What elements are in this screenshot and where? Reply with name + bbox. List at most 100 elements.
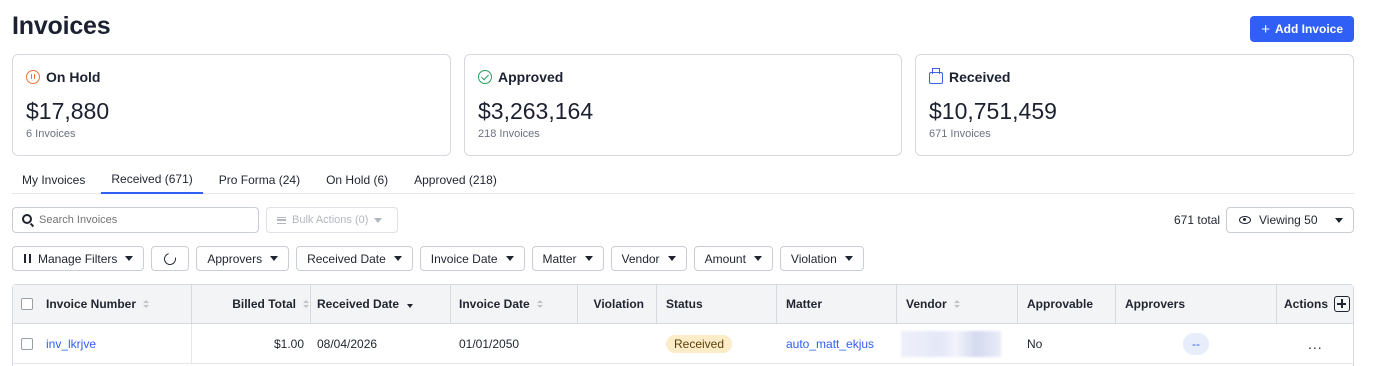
sort-icon xyxy=(536,300,543,308)
card-amount: $3,263,164 xyxy=(478,98,594,124)
filter-bar: Manage Filters Approvers Received Date I… xyxy=(12,246,864,271)
column-label: Violation xyxy=(593,297,644,311)
page-size-select[interactable]: Viewing 50 xyxy=(1226,207,1354,233)
row-checkbox[interactable] xyxy=(21,337,33,350)
manage-filters-button[interactable]: Manage Filters xyxy=(12,246,145,271)
chevron-down-icon xyxy=(1335,218,1343,223)
card-count: 6 Invoices xyxy=(26,128,76,140)
filter-received-date[interactable]: Received Date xyxy=(296,246,413,271)
vendor-redacted xyxy=(901,331,1001,357)
column-received-date[interactable]: Received Date xyxy=(317,285,414,323)
approver-chip[interactable]: -- xyxy=(1183,332,1209,355)
summary-card-approved[interactable]: Approved $3,263,164 218 Invoices xyxy=(464,54,902,156)
column-label: Status xyxy=(666,297,703,311)
card-amount: $17,880 xyxy=(26,98,110,124)
select-all-checkbox[interactable] xyxy=(21,298,33,310)
column-invoice-number[interactable]: Invoice Number xyxy=(46,285,150,323)
matter-link[interactable]: auto_matt_ekjus xyxy=(786,324,874,363)
column-label: Invoice Number xyxy=(46,297,137,311)
column-status[interactable]: Status xyxy=(666,285,703,323)
approvers-cell: -- xyxy=(1183,324,1209,363)
filter-label: Vendor xyxy=(621,251,660,266)
tab-received[interactable]: Received (671) xyxy=(101,166,203,194)
sort-icon xyxy=(303,300,309,308)
pause-circle-icon xyxy=(26,70,40,84)
page-size-label: Viewing 50 xyxy=(1259,213,1318,227)
total-count: 671 total xyxy=(1174,213,1221,227)
filter-approvers[interactable]: Approvers xyxy=(196,246,290,271)
add-invoice-label: Add Invoice xyxy=(1274,22,1343,36)
invoice-table: Invoice Number Billed Total Received Dat… xyxy=(12,284,1354,366)
column-label: Received Date xyxy=(317,297,400,311)
tab-approved[interactable]: Approved (218) xyxy=(404,166,507,193)
plus-icon: + xyxy=(1261,20,1270,38)
column-label: Invoice Date xyxy=(459,297,530,311)
chevron-down-icon xyxy=(667,256,676,261)
invoice-tabs: My Invoices Received (671) Pro Forma (24… xyxy=(12,166,1354,194)
filter-violation[interactable]: Violation xyxy=(779,246,864,271)
tab-pro-forma[interactable]: Pro Forma (24) xyxy=(209,166,310,193)
chevron-down-icon xyxy=(505,256,514,261)
search-box xyxy=(12,207,259,233)
column-vendor[interactable]: Vendor xyxy=(906,285,960,323)
column-label: Billed Total xyxy=(232,297,296,311)
chevron-down-icon xyxy=(374,217,383,223)
filter-label: Amount xyxy=(704,251,746,266)
invoice-number-link[interactable]: inv_lkrjve xyxy=(46,324,96,363)
tab-my-invoices[interactable]: My Invoices xyxy=(12,166,95,193)
filter-label: Approvers xyxy=(207,251,263,266)
column-label: Actions xyxy=(1284,297,1329,311)
add-invoice-button[interactable]: + Add Invoice xyxy=(1250,16,1354,42)
chevron-down-icon xyxy=(584,256,593,261)
bulk-actions-label: Bulk Actions (0) xyxy=(292,214,369,226)
column-actions: Actions xyxy=(1284,285,1351,323)
list-icon xyxy=(277,216,286,224)
column-approvable[interactable]: Approvable xyxy=(1027,285,1093,323)
sliders-icon xyxy=(23,254,32,263)
column-approvers[interactable]: Approvers xyxy=(1125,285,1185,323)
add-column-icon[interactable] xyxy=(1334,296,1351,312)
filter-matter[interactable]: Matter xyxy=(531,246,604,271)
column-label: Vendor xyxy=(906,297,947,311)
column-violation[interactable]: Violation xyxy=(577,285,644,323)
filter-label: Received Date xyxy=(307,251,386,266)
search-input[interactable] xyxy=(39,214,239,226)
select-all-cell xyxy=(21,285,33,323)
status-badge: Received xyxy=(666,334,733,353)
column-billed-total[interactable]: Billed Total xyxy=(191,285,309,323)
filter-vendor[interactable]: Vendor xyxy=(610,246,687,271)
filter-label: Matter xyxy=(542,251,577,266)
manage-filters-label: Manage Filters xyxy=(38,251,118,266)
approvable-cell: No xyxy=(1027,336,1043,351)
row-actions-menu[interactable]: ... xyxy=(1308,324,1323,363)
sort-desc-icon xyxy=(407,303,414,308)
eye-icon xyxy=(1239,216,1251,224)
card-count: 218 Invoices xyxy=(478,128,540,140)
check-circle-icon xyxy=(478,70,492,84)
status-cell: Received xyxy=(666,324,733,363)
column-invoice-date[interactable]: Invoice Date xyxy=(459,285,543,323)
chevron-down-icon xyxy=(270,256,279,261)
bulk-actions-button[interactable]: Bulk Actions (0) xyxy=(266,207,398,233)
card-label: Approved xyxy=(498,69,564,85)
summary-card-received[interactable]: Received $10,751,459 671 Invoices xyxy=(915,54,1354,156)
filter-invoice-date[interactable]: Invoice Date xyxy=(419,246,525,271)
refresh-button[interactable] xyxy=(151,246,190,271)
sort-icon xyxy=(953,300,960,308)
search-icon xyxy=(22,214,32,224)
summary-card-on-hold[interactable]: On Hold $17,880 6 Invoices xyxy=(12,54,451,156)
table-row[interactable]: inv_lkrjve $1.00 08/04/2026 01/01/2050 R… xyxy=(13,324,1353,364)
page-title: Invoices xyxy=(12,12,111,40)
column-label: Approvers xyxy=(1125,297,1186,311)
table-header: Invoice Number Billed Total Received Dat… xyxy=(13,285,1353,324)
chevron-down-icon xyxy=(125,256,134,261)
tab-on-hold[interactable]: On Hold (6) xyxy=(316,166,398,193)
refresh-icon xyxy=(162,250,179,267)
invoice-date-cell: 01/01/2050 xyxy=(459,336,520,351)
filter-amount[interactable]: Amount xyxy=(693,246,773,271)
column-matter[interactable]: Matter xyxy=(786,285,822,323)
column-label: Matter xyxy=(786,297,823,311)
filter-label: Invoice Date xyxy=(430,251,498,266)
row-select-cell xyxy=(21,324,33,363)
received-date-cell: 08/04/2026 xyxy=(317,336,378,351)
